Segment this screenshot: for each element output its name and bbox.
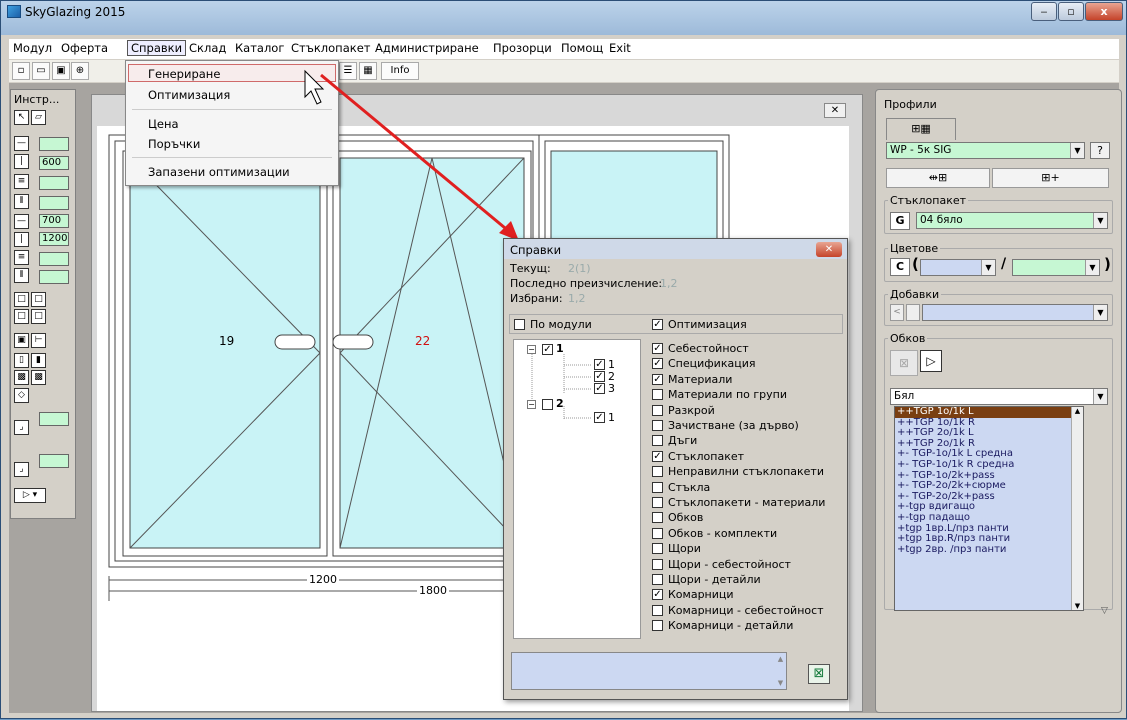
- export-excel-icon[interactable]: ⊠: [808, 664, 830, 684]
- report-label: Стъклопакети - материали: [668, 496, 826, 509]
- dialog-title: Справки: [510, 243, 562, 257]
- report-label: Щори - детайли: [668, 573, 761, 586]
- report-checkbox[interactable]: [652, 435, 663, 447]
- app-window: SkyGlazing 2015 ‒ ▫ x Модул Оферта Справ…: [0, 0, 1127, 719]
- tree-collapse-icon[interactable]: −: [527, 400, 536, 409]
- report-checkbox[interactable]: [652, 481, 663, 493]
- report-label: Зачистване (за дърво): [668, 419, 799, 432]
- report-checkbox[interactable]: [652, 543, 663, 555]
- report-label: Разкрой: [668, 403, 715, 417]
- tree-leaf-1-3-checkbox[interactable]: ✓: [594, 383, 605, 394]
- report-label: Материали: [668, 372, 733, 386]
- optimization-checkbox[interactable]: ✓: [652, 319, 663, 330]
- report-checkbox[interactable]: ✓: [652, 589, 663, 601]
- report-checkbox[interactable]: [652, 466, 663, 478]
- report-label: Обков: [668, 511, 704, 525]
- notes-textarea[interactable]: [511, 652, 787, 690]
- tree-node-1-label: 1: [556, 342, 564, 355]
- tree-leaf-1-3-label: 3: [608, 382, 615, 395]
- report-checkbox[interactable]: [652, 527, 663, 539]
- report-label: Щори - себестойност: [668, 557, 791, 571]
- report-label: Себестойност: [668, 342, 749, 355]
- current-value: 2(1): [568, 262, 591, 275]
- report-checkbox[interactable]: ✓: [652, 358, 663, 370]
- report-checkbox[interactable]: ✓: [652, 343, 663, 354]
- tree-node-1-checkbox[interactable]: ✓: [542, 344, 553, 355]
- tree-leaf-2-1-label: 1: [608, 411, 615, 424]
- report-label: Обков - комплекти: [668, 526, 778, 540]
- report-checkbox[interactable]: [652, 404, 663, 416]
- report-label: Спецификация: [668, 357, 756, 371]
- report-label: Щори: [668, 542, 701, 556]
- tree-leaf-2-1-checkbox[interactable]: ✓: [594, 412, 605, 423]
- report-label: Стъклопакет: [668, 449, 745, 463]
- current-label: Текущ:: [510, 262, 551, 275]
- report-label: Комарници - себестойност: [668, 603, 824, 617]
- report-checkbox[interactable]: ✓: [652, 373, 663, 385]
- report-label: Материали по групи: [668, 388, 787, 402]
- tree-leaf-1-1-checkbox[interactable]: ✓: [594, 359, 605, 370]
- report-checkbox[interactable]: ✓: [652, 450, 663, 462]
- report-checkbox[interactable]: [652, 604, 663, 616]
- tree-node-2-label: 2: [556, 397, 564, 410]
- modules-tree[interactable]: − ✓ 1 ✓ 1 ✓ 2 ✓ 3 − 2 ✓ 1: [513, 339, 641, 639]
- report-checkbox[interactable]: [652, 558, 663, 570]
- report-label: Комарници - детайли: [668, 619, 794, 633]
- report-checkbox[interactable]: [652, 420, 663, 431]
- report-checkbox[interactable]: [652, 574, 663, 585]
- report-checkbox[interactable]: [652, 512, 663, 524]
- reports-dialog: Справки ✕ Текущ: 2(1) Последно преизчисл…: [503, 238, 848, 700]
- last-calc-value: 1,2: [660, 277, 678, 290]
- selected-label: Избрани:: [510, 292, 563, 305]
- report-checkbox[interactable]: [652, 620, 663, 632]
- notes-scroll-icon[interactable]: ▲ ▼: [775, 653, 786, 689]
- selected-value: 1,2: [568, 292, 586, 305]
- report-label: Стъкла: [668, 480, 711, 494]
- report-label: Неправилни стъклопакети: [668, 465, 824, 479]
- report-label: Комарници: [668, 588, 734, 602]
- optimization-label: Оптимизация: [668, 318, 747, 331]
- last-calc-label: Последно преизчисление:: [510, 277, 663, 290]
- tree-collapse-icon[interactable]: −: [527, 345, 536, 354]
- report-checkbox[interactable]: [652, 497, 663, 508]
- by-modules-label: По модули: [530, 318, 592, 331]
- by-modules-checkbox[interactable]: [514, 319, 525, 330]
- report-label: Дъги: [668, 434, 698, 448]
- report-checkbox[interactable]: [652, 389, 663, 401]
- dialog-close-button[interactable]: ✕: [816, 242, 842, 257]
- tree-node-2-checkbox[interactable]: [542, 399, 553, 410]
- tree-leaf-1-2-checkbox[interactable]: ✓: [594, 371, 605, 382]
